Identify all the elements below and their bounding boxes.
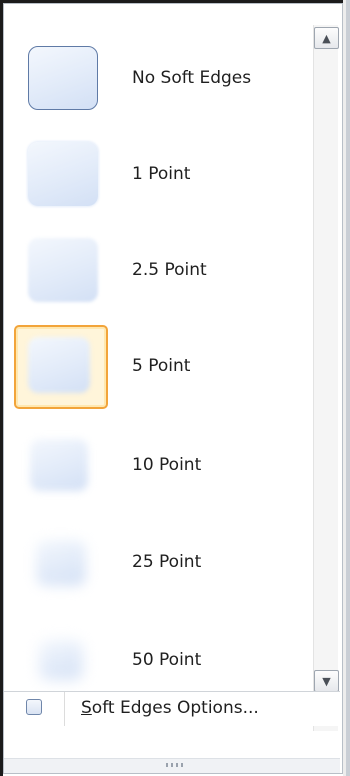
soft-edges-gallery: No Soft Edges 1 Point 2.5 Point 5 Point: [4, 4, 310, 689]
triangle-up-icon: ▲: [322, 31, 331, 45]
gallery-item-label: 2.5 Point: [132, 260, 207, 280]
gallery-item-label: 25 Point: [132, 552, 202, 572]
soft-edges-options-icon: [26, 699, 42, 715]
selected-preview-frame: [14, 325, 108, 409]
soft-edge-50pt-preview-icon: [39, 640, 83, 680]
preview-frame: [18, 234, 106, 306]
preview-frame: [18, 429, 106, 501]
preview-frame: [18, 138, 106, 210]
soft-edge-25pt-preview-icon: [36, 540, 86, 586]
grip-dots-icon: [166, 763, 186, 767]
options-label-rest: oft Edges Options...: [91, 698, 259, 718]
scroll-down-button[interactable]: ▼: [314, 670, 339, 692]
no-soft-edges-preview-icon: [28, 46, 98, 110]
gallery-item-label: No Soft Edges: [132, 68, 252, 88]
triangle-down-icon: ▼: [322, 674, 331, 688]
window-edge-right: [346, 0, 350, 776]
gallery-item-label: 1 Point: [132, 164, 191, 184]
preview-frame: [18, 526, 106, 598]
preview-frame: [18, 624, 106, 696]
soft-edges-dropdown: No Soft Edges 1 Point 2.5 Point 5 Point: [0, 0, 350, 776]
gallery-item-2-5-point[interactable]: 2.5 Point: [10, 222, 310, 318]
gallery-item-1-point[interactable]: 1 Point: [10, 126, 310, 222]
soft-edge-2-5pt-preview-icon: [28, 238, 98, 302]
soft-edge-5pt-preview-icon: [28, 337, 90, 393]
resize-grip[interactable]: [4, 758, 340, 773]
access-key-letter: S: [81, 698, 92, 718]
gallery-item-10-point[interactable]: 10 Point: [10, 417, 310, 513]
soft-edges-options-menu-item[interactable]: Soft Edges Options...: [4, 692, 340, 726]
soft-edges-options-label: Soft Edges Options...: [81, 692, 259, 726]
gallery-item-5-point[interactable]: 5 Point: [10, 318, 310, 414]
gallery-item-label: 5 Point: [132, 356, 191, 376]
gallery-item-no-soft-edges[interactable]: No Soft Edges: [10, 30, 310, 126]
gallery-scrollbar[interactable]: [313, 25, 338, 731]
icon-column-separator: [64, 692, 65, 726]
scroll-up-button[interactable]: ▲: [314, 27, 339, 49]
gallery-item-label: 10 Point: [132, 455, 202, 475]
preview-frame: [18, 42, 106, 114]
gallery-item-25-point[interactable]: 25 Point: [10, 514, 310, 610]
soft-edge-10pt-preview-icon: [30, 439, 88, 491]
soft-edge-1pt-preview-icon: [28, 142, 98, 206]
